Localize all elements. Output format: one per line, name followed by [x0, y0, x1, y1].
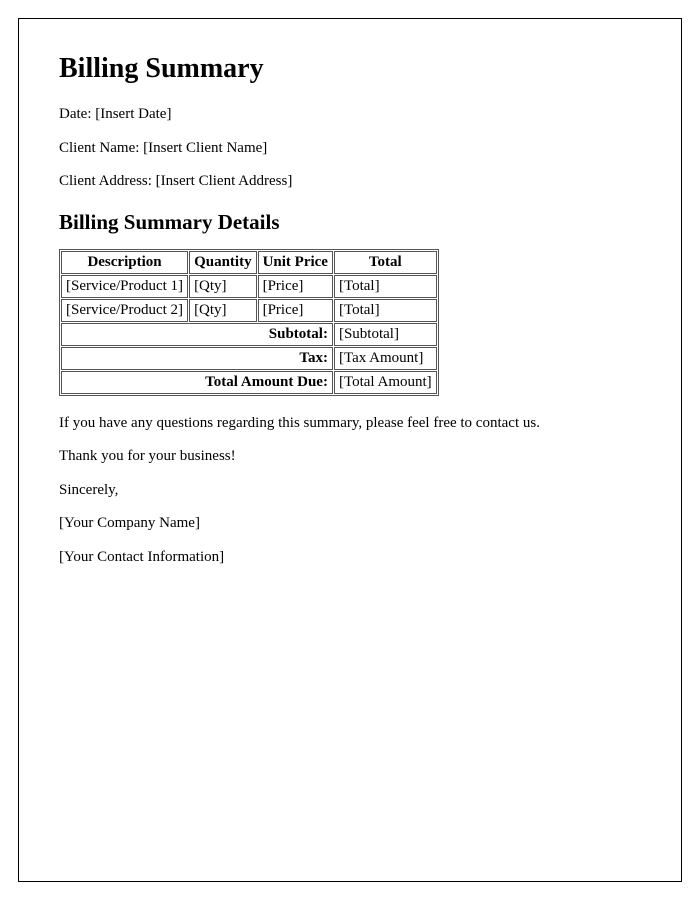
footer-questions: If you have any questions regarding this… [59, 414, 641, 434]
cell-description: [Service/Product 1] [61, 275, 188, 298]
tax-row: Tax: [Tax Amount] [61, 347, 437, 370]
client-name-line: Client Name: [Insert Client Name] [59, 139, 641, 159]
footer-company: [Your Company Name] [59, 514, 641, 534]
client-address-line: Client Address: [Insert Client Address] [59, 172, 641, 192]
date-label: Date: [59, 106, 95, 122]
tax-value: [Tax Amount] [334, 347, 437, 370]
cell-total: [Total] [334, 275, 437, 298]
cell-quantity: [Qty] [189, 299, 257, 322]
client-name-label: Client Name: [59, 140, 143, 156]
date-line: Date: [Insert Date] [59, 105, 641, 125]
table-row: [Service/Product 2] [Qty] [Price] [Total… [61, 299, 437, 322]
header-quantity: Quantity [189, 251, 257, 274]
client-name-value: [Insert Client Name] [143, 140, 267, 156]
cell-description: [Service/Product 2] [61, 299, 188, 322]
subtotal-value: [Subtotal] [334, 323, 437, 346]
client-address-label: Client Address: [59, 173, 156, 189]
table-row: [Service/Product 1] [Qty] [Price] [Total… [61, 275, 437, 298]
billing-table: Description Quantity Unit Price Total [S… [59, 249, 439, 396]
cell-total: [Total] [334, 299, 437, 322]
client-address-value: [Insert Client Address] [156, 173, 293, 189]
document-page: Billing Summary Date: [Insert Date] Clie… [18, 18, 682, 882]
page-title: Billing Summary [59, 53, 641, 85]
footer-signoff: Sincerely, [59, 481, 641, 501]
details-heading: Billing Summary Details [59, 210, 641, 235]
tax-label: Tax: [61, 347, 333, 370]
date-value: [Insert Date] [95, 106, 171, 122]
header-description: Description [61, 251, 188, 274]
header-unit-price: Unit Price [258, 251, 333, 274]
cell-quantity: [Qty] [189, 275, 257, 298]
subtotal-row: Subtotal: [Subtotal] [61, 323, 437, 346]
total-due-row: Total Amount Due: [Total Amount] [61, 371, 437, 394]
cell-unit-price: [Price] [258, 299, 333, 322]
header-total: Total [334, 251, 437, 274]
footer-thanks: Thank you for your business! [59, 447, 641, 467]
cell-unit-price: [Price] [258, 275, 333, 298]
total-due-label: Total Amount Due: [61, 371, 333, 394]
table-header-row: Description Quantity Unit Price Total [61, 251, 437, 274]
footer-contact: [Your Contact Information] [59, 548, 641, 568]
subtotal-label: Subtotal: [61, 323, 333, 346]
total-due-value: [Total Amount] [334, 371, 437, 394]
